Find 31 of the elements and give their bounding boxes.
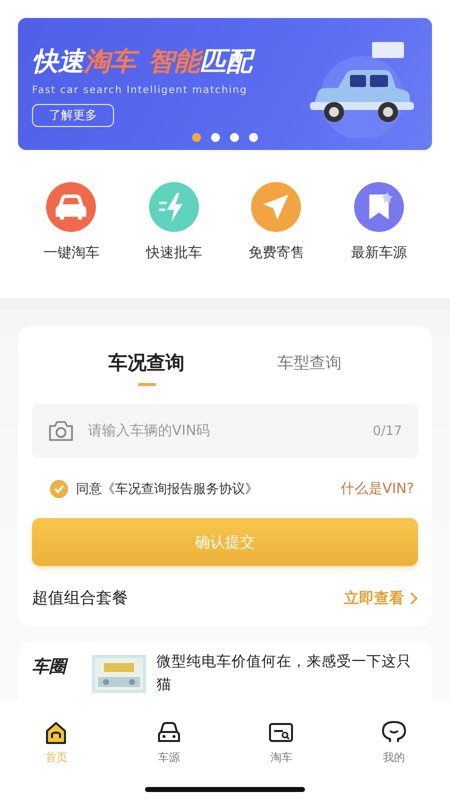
agreement-text: 同意《车况查询报告服务协议》 — [76, 481, 259, 498]
carousel-dot[interactable] — [249, 133, 258, 142]
shortcut-label[interactable]: 免费寄售 — [248, 244, 304, 262]
car-icon[interactable] — [46, 182, 96, 232]
shortcut-label[interactable]: 快速批车 — [146, 244, 202, 262]
vin-input-field[interactable]: 请输入车辆的VIN码 — [86, 422, 361, 440]
carousel-dot[interactable] — [192, 133, 201, 142]
nav-tab[interactable]: 车源 — [146, 716, 192, 769]
promo-banner[interactable]: 快速淘车 智能匹配 Fast car search Intelligent matching 了解更多 — [18, 18, 432, 150]
learn-more-button[interactable]: 了解更多 — [32, 104, 114, 127]
bookmark-icon[interactable] — [354, 182, 404, 232]
bolt-icon[interactable] — [148, 182, 199, 232]
query-tab[interactable]: 车况查询 — [108, 346, 184, 390]
chevron-icon — [410, 592, 418, 605]
nav-tab[interactable]: 淘车 — [258, 716, 304, 769]
character-counter: 0/17 — [372, 424, 402, 438]
shortcut-label[interactable]: 一键淘车 — [43, 244, 100, 262]
nav-tab[interactable]: 我的 — [370, 716, 417, 769]
news-card[interactable]: 车圈 微型纯电车价值何在，来感受一下这只猫 — [18, 641, 432, 699]
query-tab[interactable]: 车型查询 — [278, 346, 342, 390]
carousel-dot[interactable] — [230, 133, 239, 142]
news-brand: 车圈 — [32, 655, 82, 678]
banner-subtitle: Fast car search Intelligent matching — [32, 85, 248, 96]
plane-icon[interactable] — [251, 182, 302, 232]
shortcut-label[interactable]: 最新车源 — [350, 244, 407, 262]
news-title[interactable]: 微型纯电车价值何在，来感受一下这只猫 — [156, 651, 418, 697]
carousel-dot[interactable] — [211, 133, 220, 142]
package-title: 超值组合套餐 — [32, 588, 128, 609]
vin-help-link[interactable]: 什么是VIN? — [340, 480, 414, 498]
camera-icon[interactable] — [48, 420, 74, 442]
agreement-checkbox[interactable] — [50, 480, 68, 498]
